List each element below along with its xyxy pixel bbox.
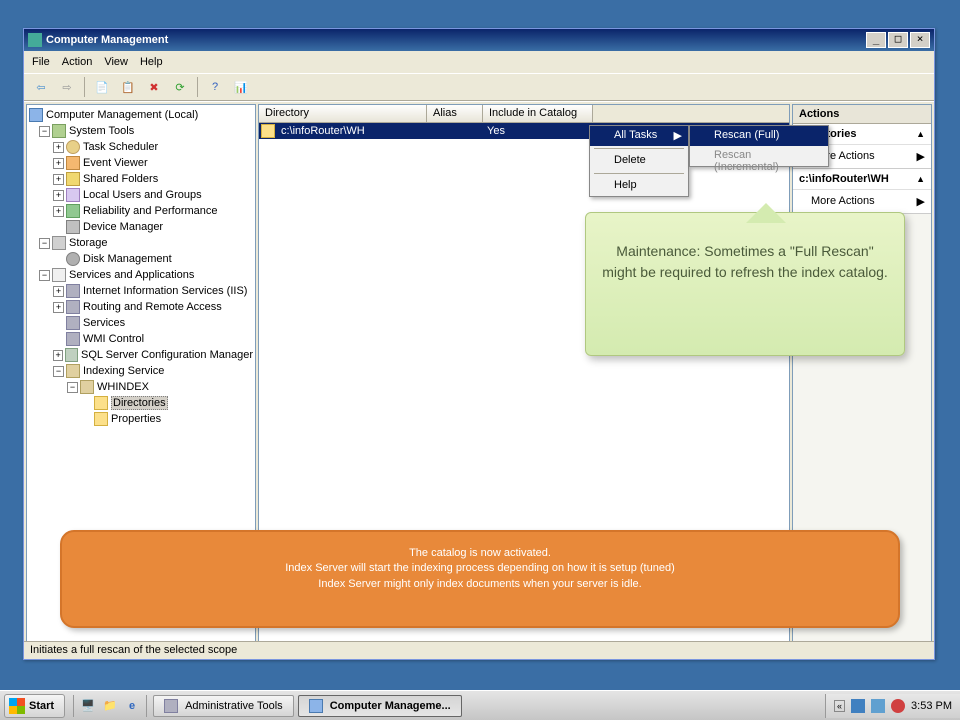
sql-icon <box>65 348 78 362</box>
mmc-icon <box>309 699 323 713</box>
folder-icon <box>94 396 108 410</box>
ctx-help[interactable]: Help <box>590 176 688 196</box>
view-button[interactable]: 📊 <box>230 76 252 98</box>
menu-action[interactable]: Action <box>62 56 93 68</box>
device-icon <box>66 220 80 234</box>
col-alias[interactable]: Alias <box>427 105 483 122</box>
menubar: File Action View Help <box>24 51 934 73</box>
col-include[interactable]: Include in Catalog <box>483 105 593 122</box>
tools-icon <box>52 124 66 138</box>
chevron-up-icon: ▲ <box>916 174 925 184</box>
titlebar[interactable]: Computer Management _ □ × <box>24 29 934 51</box>
network-icon[interactable] <box>871 699 885 713</box>
menu-help[interactable]: Help <box>140 56 163 68</box>
properties-button[interactable]: 📋 <box>117 76 139 98</box>
clock[interactable]: 3:53 PM <box>911 700 952 712</box>
windows-flag-icon <box>9 698 25 714</box>
up-button[interactable]: 📄 <box>91 76 113 98</box>
system-tray: « 3:53 PM <box>825 694 960 718</box>
users-icon <box>66 188 80 202</box>
back-button[interactable]: ⇦ <box>30 76 52 98</box>
share-icon <box>66 172 80 186</box>
ctx-rescan-full[interactable]: Rescan (Full) <box>690 126 828 146</box>
ie-icon[interactable]: e <box>122 696 142 716</box>
tray-icon[interactable] <box>851 699 865 713</box>
perf-icon <box>66 204 80 218</box>
start-button[interactable]: Start <box>4 694 65 718</box>
folder-icon <box>261 124 275 138</box>
gear-icon <box>66 316 80 330</box>
taskbar: Start 🖥️ 📁 e Administrative Tools Comput… <box>0 690 960 720</box>
window-title: Computer Management <box>46 34 864 46</box>
routing-icon <box>66 300 80 314</box>
statusbar: Initiates a full rescan of the selected … <box>24 641 934 659</box>
actions-section-path[interactable]: c:\infoRouter\WH▲ <box>793 169 931 190</box>
iis-icon <box>66 284 80 298</box>
ctx-delete[interactable]: Delete <box>590 151 688 171</box>
maximize-button[interactable]: □ <box>888 32 908 48</box>
show-desktop-icon[interactable]: 🖥️ <box>78 696 98 716</box>
delete-button[interactable]: ✖ <box>143 76 165 98</box>
list-header: Directory Alias Include in Catalog <box>259 105 789 123</box>
context-menu: All Tasks▶ Delete Help <box>589 125 689 197</box>
index-icon <box>66 364 80 378</box>
clock-icon <box>66 140 80 154</box>
collapse-icon[interactable]: − <box>39 126 50 137</box>
admin-tools-icon <box>164 699 178 713</box>
tree-item-directories[interactable]: Directories <box>29 395 253 411</box>
refresh-button[interactable]: ⟳ <box>169 76 191 98</box>
computer-icon <box>29 108 43 122</box>
wmi-icon <box>66 332 80 346</box>
minimize-button[interactable]: _ <box>866 32 886 48</box>
security-icon[interactable] <box>891 699 905 713</box>
taskbar-item-admin-tools[interactable]: Administrative Tools <box>153 695 294 717</box>
app-icon <box>28 33 42 47</box>
quick-launch: 🖥️ 📁 e <box>78 696 142 716</box>
toolbar: ⇦ ⇨ 📄 📋 ✖ ⟳ ? 📊 <box>24 73 934 101</box>
chevron-up-icon: ▲ <box>916 129 925 139</box>
actions-header: Actions <box>793 105 931 124</box>
menu-view[interactable]: View <box>104 56 128 68</box>
expand-icon[interactable]: + <box>53 142 64 153</box>
tray-expand-icon[interactable]: « <box>834 700 845 712</box>
catalog-icon <box>80 380 94 394</box>
annotation-green: Maintenance: Sometimes a "Full Rescan" m… <box>585 212 905 356</box>
event-icon <box>66 156 80 170</box>
explorer-icon[interactable]: 📁 <box>100 696 120 716</box>
ctx-all-tasks[interactable]: All Tasks▶ <box>590 126 688 146</box>
forward-button[interactable]: ⇨ <box>56 76 78 98</box>
col-directory[interactable]: Directory <box>259 105 427 122</box>
ctx-rescan-incremental[interactable]: Rescan (Incremental) <box>690 146 828 166</box>
services-icon <box>52 268 66 282</box>
taskbar-item-computer-management[interactable]: Computer Manageme... <box>298 695 462 717</box>
storage-icon <box>52 236 66 250</box>
menu-file[interactable]: File <box>32 56 50 68</box>
folder-icon <box>94 412 108 426</box>
more-actions-2[interactable]: More Actions▶ <box>793 190 931 213</box>
close-button[interactable]: × <box>910 32 930 48</box>
help-button[interactable]: ? <box>204 76 226 98</box>
submenu: Rescan (Full) Rescan (Incremental) <box>689 125 829 167</box>
disk-icon <box>66 252 80 266</box>
annotation-orange: The catalog is now activated. Index Serv… <box>60 530 900 628</box>
